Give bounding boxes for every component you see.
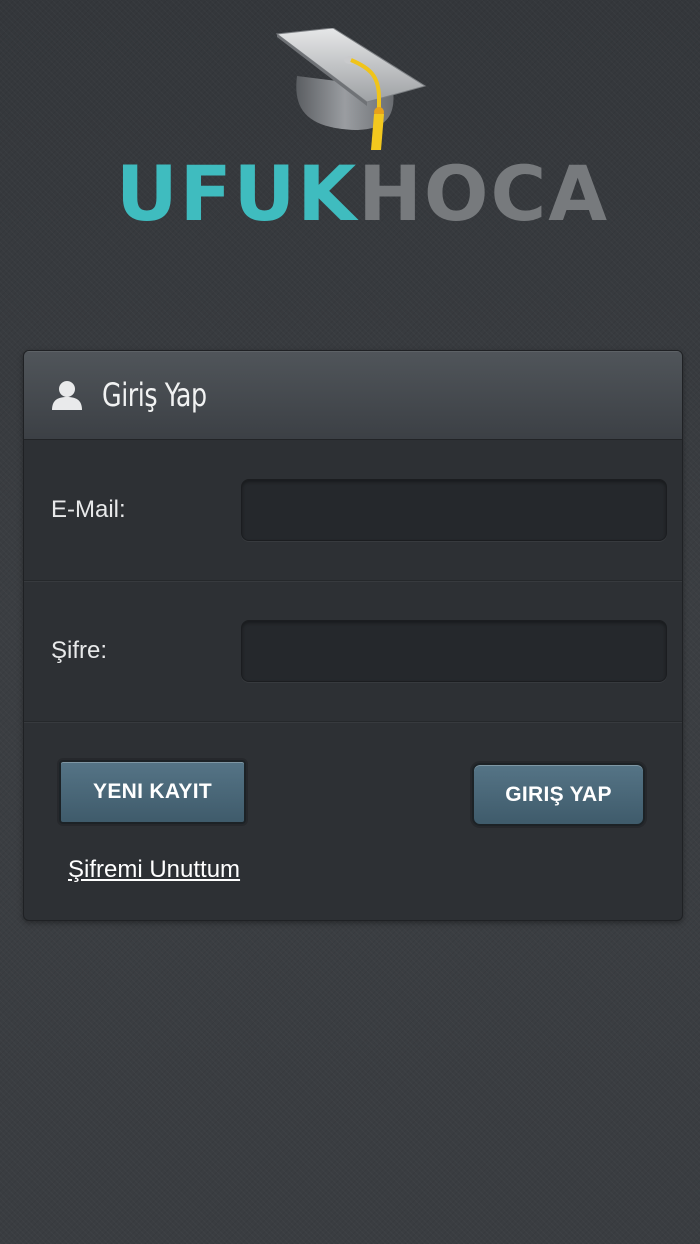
password-row: Şifre: — [24, 581, 682, 722]
app-logo: UFUKHOCA — [110, 28, 607, 238]
login-panel-title: Giriş Yap — [102, 376, 207, 414]
login-panel: Giriş Yap E-Mail: Şifre: YENI KAYIT GIRI… — [23, 350, 683, 921]
logo-wordmark: UFUKHOCA — [116, 154, 607, 234]
password-label: Şifre: — [51, 637, 108, 664]
graduation-cap-icon — [275, 28, 427, 150]
register-button[interactable]: YENI KAYIT — [59, 760, 246, 824]
password-input[interactable] — [241, 620, 667, 682]
email-input[interactable] — [241, 479, 667, 541]
login-panel-header: Giriş Yap — [24, 351, 682, 440]
email-label: E-Mail: — [51, 496, 126, 523]
forgot-password-link[interactable]: Şifremi Unuttum — [68, 856, 240, 884]
logo-text-hoca: HOCA — [358, 149, 610, 238]
logo-text-ufuk: UFUK — [116, 149, 359, 238]
user-icon — [50, 378, 84, 412]
email-row: E-Mail: — [24, 440, 682, 581]
login-button[interactable]: GIRIŞ YAP — [472, 763, 645, 826]
login-actions: YENI KAYIT GIRIŞ YAP Şifremi Unuttum — [24, 722, 682, 919]
